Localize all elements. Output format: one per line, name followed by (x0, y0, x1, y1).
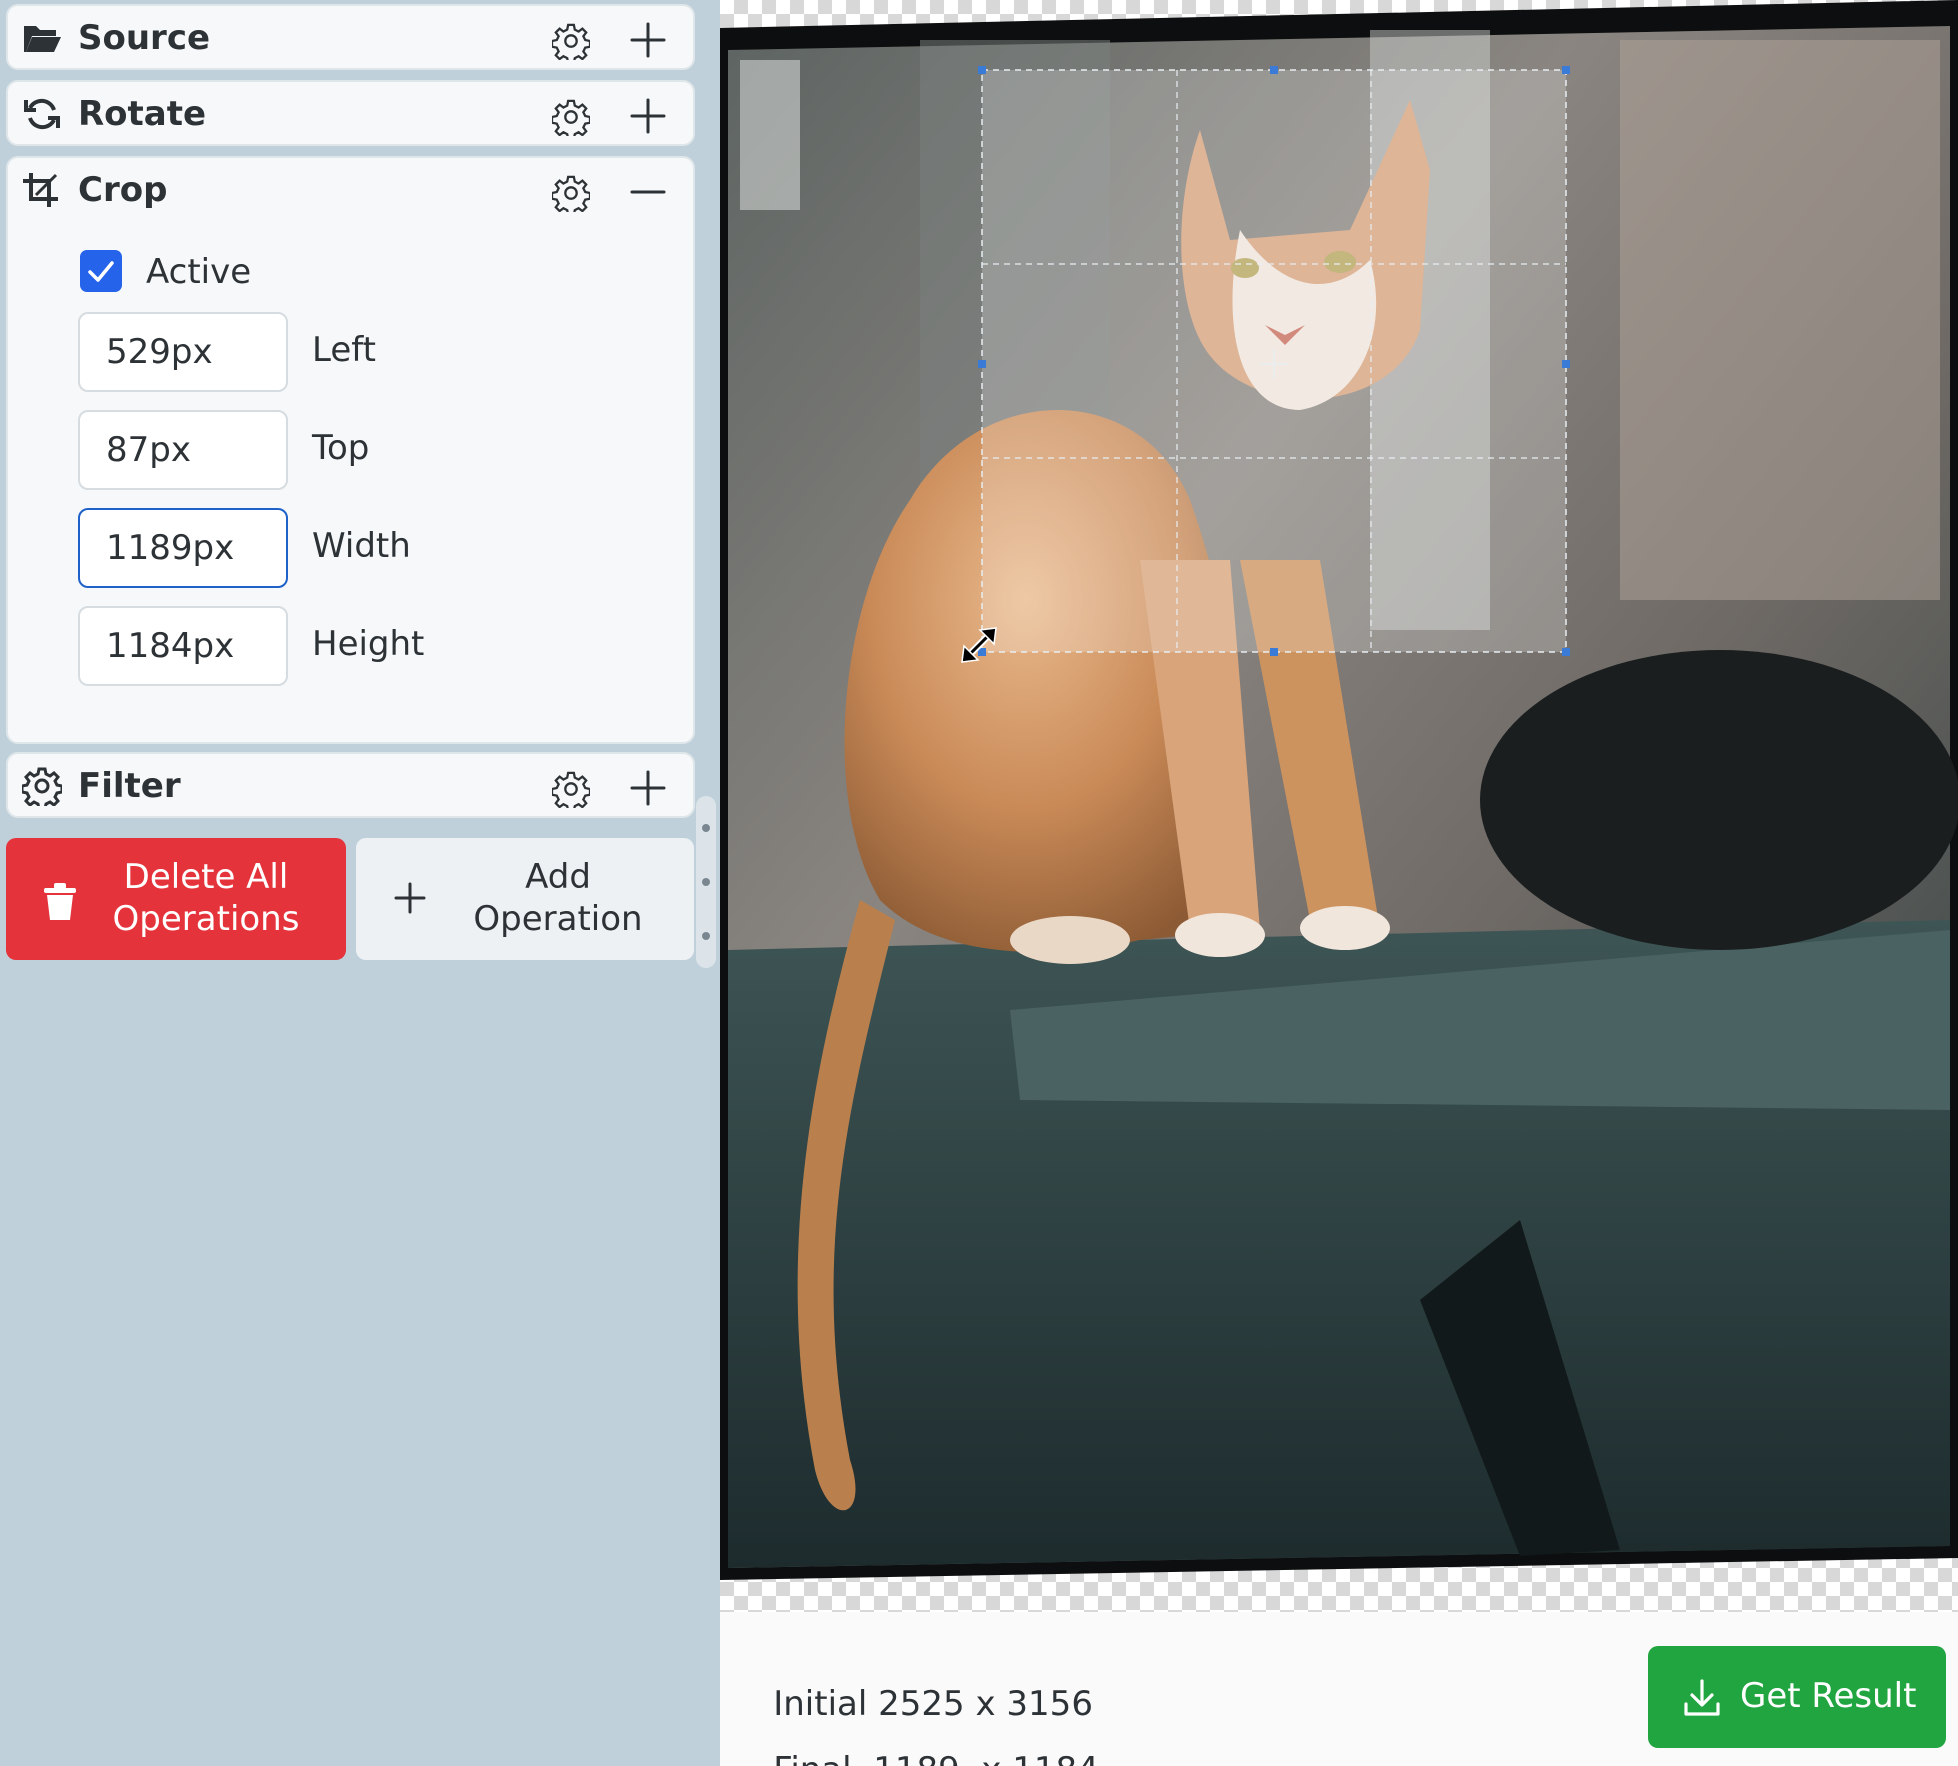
crop-active-checkbox[interactable] (80, 250, 122, 292)
plus-icon (394, 882, 426, 914)
delete-all-label: Delete All Operations (112, 857, 300, 939)
crop-left-input[interactable] (78, 312, 288, 392)
crop-active-label: Active (146, 252, 252, 292)
crop-field-left: Left (78, 312, 638, 392)
crop-height-label: Height (312, 624, 425, 664)
crop-height-input[interactable] (78, 606, 288, 686)
final-height: 1184 (1012, 1750, 1099, 1766)
folder-open-icon (24, 26, 61, 52)
checkmark-icon (88, 261, 114, 282)
cat-photo-preview[interactable] (720, 0, 1958, 1612)
panel-crop-header[interactable]: Crop (8, 158, 693, 222)
image-canvas (720, 0, 1958, 1612)
panel-source-title: Source (78, 18, 211, 58)
delete-all-operations-button[interactable]: Delete All Operations (6, 838, 346, 960)
crop-field-top: Top (78, 410, 638, 490)
rotate-icon (24, 98, 60, 130)
crop-icon (23, 173, 58, 207)
rotate-settings-gear-icon[interactable] (552, 98, 590, 136)
panel-source-header[interactable]: Source (8, 6, 693, 70)
add-operation-button[interactable]: Add Operation (356, 838, 694, 960)
panel-crop-title: Crop (78, 170, 168, 210)
panel-rotate-header[interactable]: Rotate (8, 82, 693, 146)
crop-top-input[interactable] (78, 410, 288, 490)
add-operation-label: Add Operation (473, 857, 643, 939)
crop-top-label: Top (312, 428, 370, 468)
sidebar-resize-handle[interactable] (696, 796, 716, 968)
crop-left-label: Left (312, 330, 376, 370)
rotate-expand-plus-icon[interactable] (628, 96, 668, 136)
preview-area: Initial 2525 x 3156 Final 1189 x 1184 Ge… (720, 0, 1958, 1766)
gear-icon (22, 767, 62, 806)
crop-width-input[interactable] (78, 508, 288, 588)
crop-width-label: Width (312, 526, 411, 566)
filter-settings-gear-icon[interactable] (552, 770, 590, 808)
panel-filter-header[interactable]: Filter (8, 754, 693, 818)
get-result-label: Get Result (1740, 1676, 1917, 1716)
source-settings-gear-icon[interactable] (552, 22, 590, 60)
get-result-button[interactable]: Get Result (1648, 1646, 1946, 1748)
final-width: 1189 (873, 1750, 960, 1766)
crop-selection-box[interactable] (978, 66, 1570, 656)
source-expand-plus-icon[interactable] (628, 20, 668, 60)
crop-settings-gear-icon[interactable] (552, 174, 590, 212)
panel-rotate: Rotate (6, 80, 695, 146)
panel-filter-title: Filter (78, 766, 181, 806)
download-icon (1684, 1679, 1720, 1716)
operations-sidebar: Source Rotate Crop Active 529px Left 87p… (0, 0, 720, 1766)
panel-crop: Crop Active Left (6, 156, 695, 744)
panel-filter: Filter (6, 752, 695, 818)
panel-rotate-title: Rotate (78, 94, 207, 134)
final-label: Final (773, 1750, 851, 1766)
trash-icon (44, 883, 76, 920)
crop-collapse-minus-icon[interactable] (628, 172, 668, 212)
panel-source: Source (6, 4, 695, 70)
crop-field-height: Height (78, 606, 638, 686)
filter-expand-plus-icon[interactable] (628, 768, 668, 808)
final-size-text: Final 1189 x 1184 (730, 1710, 1099, 1766)
crop-field-width: Width (78, 508, 638, 588)
